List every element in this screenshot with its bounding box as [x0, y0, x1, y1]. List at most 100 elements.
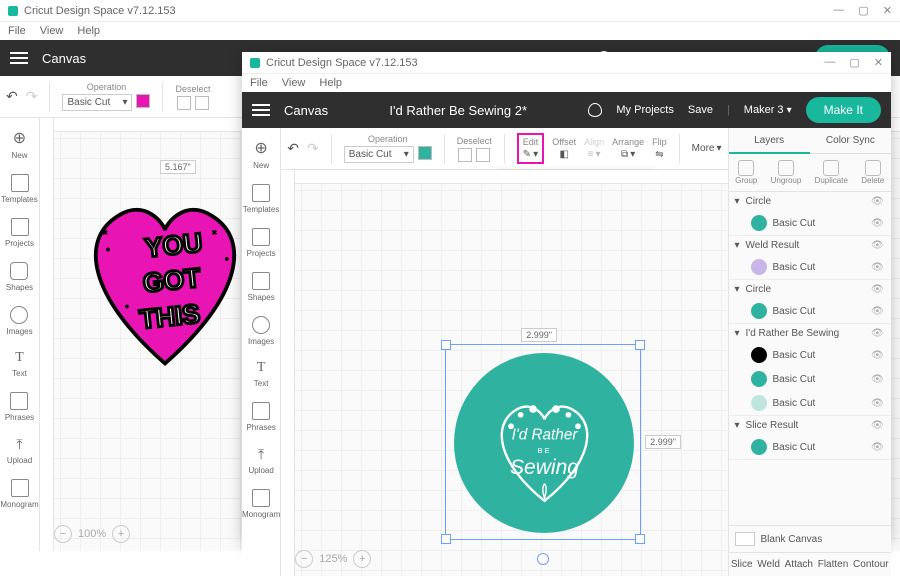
visibility-icon[interactable]: 👁	[871, 262, 885, 273]
minimize-icon[interactable]: —	[824, 56, 835, 69]
layers-tab[interactable]: Layers	[729, 128, 810, 154]
shapes-tool[interactable]: Shapes	[6, 262, 33, 292]
arrange-button[interactable]: Arrange ⧉▾	[612, 137, 644, 160]
select-all-button[interactable]	[177, 96, 191, 110]
monogram-tool[interactable]: Monogram	[242, 489, 280, 519]
text-tool[interactable]: TText	[254, 360, 269, 388]
slice-button[interactable]: Slice	[731, 559, 753, 570]
deselect-button[interactable]	[476, 148, 490, 162]
maximize-icon[interactable]: ▢	[858, 4, 868, 17]
menu-view[interactable]: View	[40, 25, 64, 37]
bell-icon[interactable]	[588, 103, 602, 117]
weld-button[interactable]: Weld	[757, 559, 780, 570]
attach-button[interactable]: Attach	[785, 559, 813, 570]
deselect-button[interactable]	[195, 96, 209, 110]
layer-child[interactable]: Basic Cut👁	[729, 435, 892, 459]
zoom-in-button[interactable]: +	[353, 550, 371, 568]
maker-select[interactable]: Maker 3 ▾	[744, 104, 792, 116]
canvas-area-2[interactable]: 2.999" 2.999" I'd Rather	[281, 170, 727, 576]
hamburger-icon[interactable]	[252, 104, 270, 116]
resize-handle-tr[interactable]	[635, 340, 645, 350]
text-tool[interactable]: TText	[12, 350, 27, 378]
upload-tool[interactable]: ⤒Upload	[7, 436, 32, 465]
delete-button[interactable]: Delete	[861, 160, 884, 185]
visibility-icon[interactable]: 👁	[871, 398, 885, 409]
duplicate-button[interactable]: Duplicate	[815, 160, 848, 185]
align-button[interactable]: Align ≡▾	[584, 137, 604, 160]
templates-tool[interactable]: Templates	[1, 174, 37, 204]
visibility-icon[interactable]: 👁	[871, 350, 885, 361]
close-icon[interactable]: ✕	[874, 56, 883, 69]
flatten-button[interactable]: Flatten	[818, 559, 849, 570]
maximize-icon[interactable]: ▢	[849, 56, 859, 69]
layer-item[interactable]: ▾I'd Rather Be Sewing👁Basic Cut👁Basic Cu…	[729, 324, 892, 416]
menu-view[interactable]: View	[282, 77, 306, 89]
menu-help[interactable]: Help	[319, 77, 342, 89]
color-sync-tab[interactable]: Color Sync	[810, 128, 891, 154]
resize-handle-bl[interactable]	[441, 534, 451, 544]
offset-button[interactable]: Offset ◧	[552, 137, 576, 160]
layer-child[interactable]: Basic Cut👁	[729, 391, 892, 415]
menu-file[interactable]: File	[8, 25, 26, 37]
contour-button[interactable]: Contour	[853, 559, 889, 570]
zoom-out-button[interactable]: −	[54, 525, 72, 543]
menu-file[interactable]: File	[250, 77, 268, 89]
upload-tool[interactable]: ⤒Upload	[248, 446, 273, 475]
visibility-icon[interactable]: 👁	[871, 328, 885, 339]
my-projects-link[interactable]: My Projects	[616, 104, 673, 116]
layer-item[interactable]: ▾Circle👁Basic Cut👁	[729, 280, 892, 324]
layer-child[interactable]: Basic Cut👁	[729, 367, 892, 391]
redo-icon[interactable]: ↷	[307, 140, 319, 157]
images-tool[interactable]: Images	[248, 316, 274, 346]
visibility-icon[interactable]: 👁	[871, 442, 885, 453]
color-swatch[interactable]	[418, 146, 432, 160]
visibility-icon[interactable]: 👁	[871, 306, 885, 317]
menu-help[interactable]: Help	[77, 25, 100, 37]
save-link[interactable]: Save	[688, 104, 713, 116]
phrases-tool[interactable]: Phrases	[246, 402, 275, 432]
color-swatch[interactable]	[136, 94, 150, 108]
monogram-tool[interactable]: Monogram	[0, 479, 38, 509]
undo-icon[interactable]: ↶	[6, 88, 18, 105]
ungroup-button[interactable]: Ungroup	[771, 160, 802, 185]
zoom-out-button[interactable]: −	[295, 550, 313, 568]
visibility-icon[interactable]: 👁	[871, 284, 885, 295]
layer-child[interactable]: Basic Cut👁	[729, 255, 892, 279]
resize-handle-br[interactable]	[635, 534, 645, 544]
layer-item[interactable]: ▾Weld Result👁Basic Cut👁	[729, 236, 892, 280]
select-all-button[interactable]	[458, 148, 472, 162]
layer-child[interactable]: Basic Cut👁	[729, 299, 892, 323]
layer-child[interactable]: Basic Cut👁	[729, 211, 892, 235]
redo-icon[interactable]: ↷	[26, 88, 38, 105]
group-button[interactable]: Group	[735, 160, 757, 185]
projects-tool[interactable]: Projects	[5, 218, 34, 248]
visibility-icon[interactable]: 👁	[871, 420, 885, 431]
new-tool[interactable]: ⊕New	[253, 138, 269, 170]
layer-item[interactable]: ▾Slice Result👁Basic Cut👁	[729, 416, 892, 460]
more-button[interactable]: More▾	[692, 143, 722, 154]
resize-handle-tl[interactable]	[441, 340, 451, 350]
layer-item[interactable]: ▾Circle👁Basic Cut👁	[729, 192, 892, 236]
visibility-icon[interactable]: 👁	[871, 218, 885, 229]
edit-menu-button[interactable]: Edit ✎▾	[517, 133, 545, 164]
make-it-button[interactable]: Make It	[806, 97, 881, 123]
visibility-icon[interactable]: 👁	[871, 240, 885, 251]
circle-design[interactable]: I'd Rather BE Sewing	[454, 353, 634, 533]
operation-select[interactable]: Basic Cut▾	[62, 94, 132, 111]
images-tool[interactable]: Images	[6, 306, 32, 336]
visibility-icon[interactable]: 👁	[871, 374, 885, 385]
shapes-tool[interactable]: Shapes	[248, 272, 275, 302]
new-tool[interactable]: ⊕New	[11, 128, 27, 160]
layer-child[interactable]: Basic Cut👁	[729, 343, 892, 367]
templates-tool[interactable]: Templates	[243, 184, 279, 214]
minimize-icon[interactable]: —	[833, 4, 844, 17]
zoom-in-button[interactable]: +	[112, 525, 130, 543]
undo-icon[interactable]: ↶	[287, 140, 299, 157]
flip-button[interactable]: Flip ⇋	[652, 137, 667, 160]
projects-tool[interactable]: Projects	[247, 228, 276, 258]
visibility-icon[interactable]: 👁	[871, 196, 885, 207]
heart-design[interactable]: YOU GOT THIS	[70, 178, 260, 378]
hamburger-icon[interactable]	[10, 52, 28, 64]
operation-select[interactable]: Basic Cut▾	[344, 146, 414, 163]
selection-box[interactable]: I'd Rather BE Sewing	[445, 344, 641, 540]
